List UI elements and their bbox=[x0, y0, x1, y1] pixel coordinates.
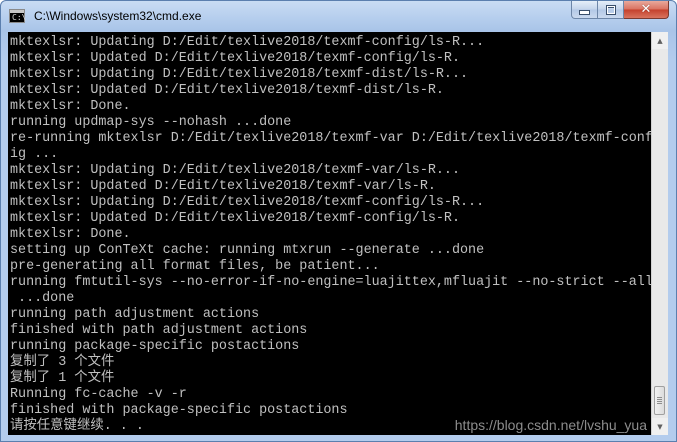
console-line: mktexlsr: Updated D:/Edit/texlive2018/te… bbox=[10, 179, 436, 194]
console-line: mktexlsr: Updating D:/Edit/texlive2018/t… bbox=[10, 195, 485, 210]
console-line: finished with path adjustment actions bbox=[10, 323, 308, 338]
console-line: pre-generating all format files, be pati… bbox=[10, 259, 380, 274]
cmd-app-icon[interactable]: C:\ bbox=[9, 9, 27, 23]
minimize-button[interactable] bbox=[571, 1, 598, 19]
console-line: finished with package-specific postactio… bbox=[10, 403, 348, 418]
console-line: ...done bbox=[10, 291, 75, 306]
console-line: mktexlsr: Done. bbox=[10, 227, 131, 242]
watermark: https://blog.csdn.net/lvshu_yua bbox=[454, 417, 647, 433]
console-line: mktexlsr: Updated D:/Edit/texlive2018/te… bbox=[10, 83, 444, 98]
console-line: mktexlsr: Updated D:/Edit/texlive2018/te… bbox=[10, 51, 460, 66]
maximize-button[interactable] bbox=[598, 1, 624, 19]
cmd-app-icon-text: C:\ bbox=[12, 13, 27, 22]
arrow-up-icon: ▲ bbox=[657, 36, 663, 45]
console-line: running fmtutil-sys --no-error-if-no-eng… bbox=[10, 275, 651, 290]
minimize-icon bbox=[579, 10, 590, 15]
scrollbar-thumb[interactable] bbox=[654, 386, 665, 415]
maximize-icon bbox=[605, 4, 616, 15]
console-line: 复制了 1 个文件 bbox=[10, 371, 115, 386]
console-output[interactable]: mktexlsr: Updating D:/Edit/texlive2018/t… bbox=[8, 32, 651, 435]
grip-icon bbox=[657, 397, 662, 404]
console-line: running package-specific postactions bbox=[10, 339, 300, 354]
scroll-up-button[interactable]: ▲ bbox=[652, 32, 668, 49]
console-line: running path adjustment actions bbox=[10, 307, 260, 322]
console-line: mktexlsr: Updating D:/Edit/texlive2018/t… bbox=[10, 35, 485, 50]
console-line: setting up ConTeXt cache: running mtxrun… bbox=[10, 243, 485, 258]
close-button[interactable]: ✕ bbox=[624, 1, 669, 19]
console-line: ig ... bbox=[10, 147, 59, 162]
console-line: re-running mktexlsr D:/Edit/texlive2018/… bbox=[10, 131, 651, 146]
arrow-down-icon: ▼ bbox=[657, 422, 663, 431]
window-title: C:\Windows\system32\cmd.exe bbox=[34, 9, 202, 23]
window-controls: ✕ bbox=[571, 1, 669, 21]
cmd-window: C:\ C:\Windows\system32\cmd.exe ✕ mktexl… bbox=[0, 0, 677, 442]
console-line: mktexlsr: Updating D:/Edit/texlive2018/t… bbox=[10, 67, 469, 82]
console-line: mktexlsr: Done. bbox=[10, 99, 131, 114]
console-line: running updmap-sys --nohash ...done bbox=[10, 115, 292, 130]
console-line: 请按任意键继续. . . bbox=[10, 419, 144, 434]
console-line: Running fc-cache -v -r bbox=[10, 387, 187, 402]
console-line: mktexlsr: Updated D:/Edit/texlive2018/te… bbox=[10, 211, 460, 226]
vertical-scrollbar[interactable]: ▲ ▼ bbox=[651, 32, 668, 435]
console-line: mktexlsr: Updating D:/Edit/texlive2018/t… bbox=[10, 163, 460, 178]
close-icon: ✕ bbox=[640, 2, 652, 17]
console-line: 复制了 3 个文件 bbox=[10, 355, 115, 370]
scroll-down-button[interactable]: ▼ bbox=[652, 418, 668, 435]
title-bar[interactable]: C:\ C:\Windows\system32\cmd.exe ✕ bbox=[1, 1, 676, 32]
